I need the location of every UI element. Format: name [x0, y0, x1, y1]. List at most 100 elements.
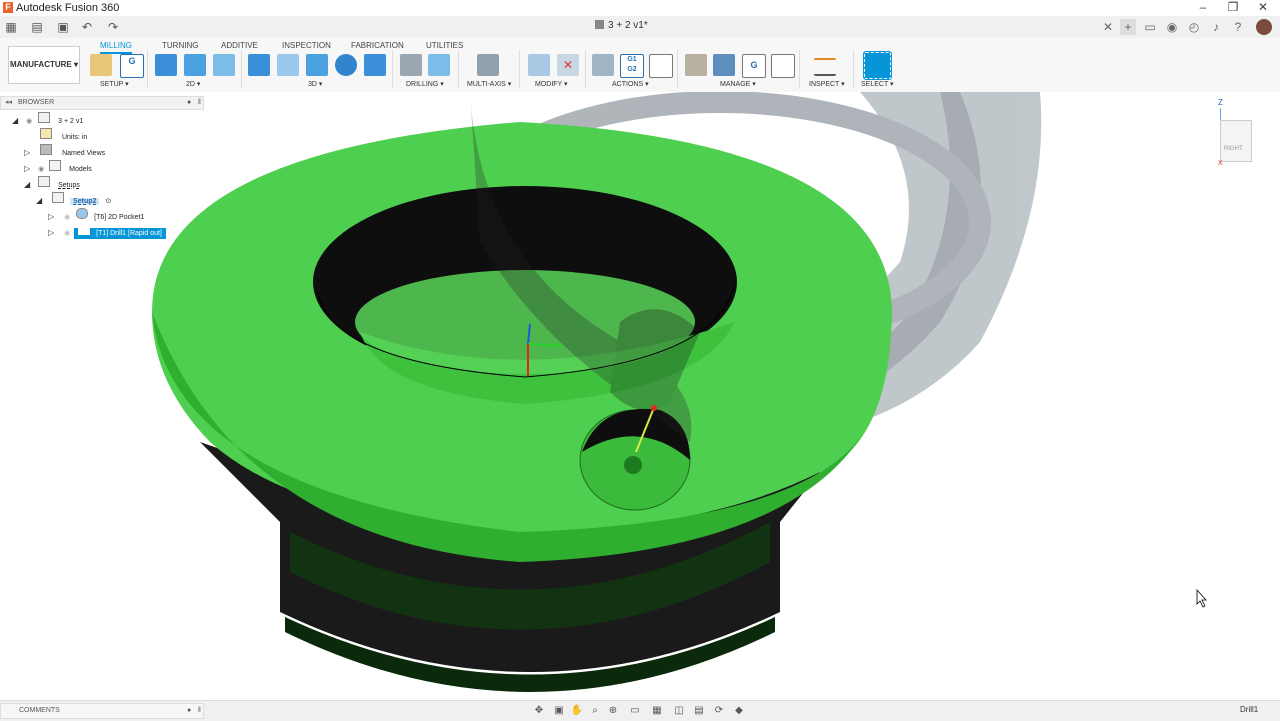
tab-turning[interactable]: TURNING [162, 41, 198, 50]
tree-item-models[interactable]: ▷ ◉ Models [24, 160, 200, 176]
tree-item-document[interactable]: ◢ ◉ 3 + 2 v1 [12, 112, 202, 128]
user-avatar[interactable] [1256, 19, 1272, 35]
group-3d[interactable]: 3D ▾ [308, 80, 322, 88]
zoom-icon[interactable]: ⌕ [586, 703, 604, 719]
comments-panel[interactable]: COMMENTS ● ‖ [0, 703, 204, 719]
effects-icon[interactable]: ◆ [730, 703, 748, 719]
viewcube[interactable]: Z RIGHT X [1212, 98, 1262, 170]
pin-icon[interactable]: ● [187, 97, 191, 109]
steep-shallow-icon[interactable] [306, 54, 328, 76]
redo-icon[interactable]: ↷ [104, 19, 122, 35]
toolpath-trim-icon[interactable] [528, 54, 550, 76]
tab-inspection[interactable]: INSPECTION [282, 41, 331, 50]
document-tab[interactable]: 3 + 2 v1* [595, 20, 648, 31]
tree-item-units[interactable]: Units: in [40, 128, 200, 144]
display-settings-icon[interactable]: ▭ [626, 703, 644, 719]
group-manage[interactable]: MANAGE ▾ [720, 80, 756, 88]
close-tab-icon[interactable]: ✕ [1100, 19, 1116, 35]
grid-settings-icon[interactable]: ▦ [648, 703, 666, 719]
look-at-icon[interactable]: ▣ [550, 703, 568, 719]
expand-triangle-icon[interactable]: ▷ [24, 148, 30, 157]
hole-recognition-icon[interactable] [428, 54, 450, 76]
selected-operation-highlight[interactable]: [T1] Drill1 [Rapid out] [74, 224, 166, 239]
group-multi-axis[interactable]: MULTI-AXIS ▾ [467, 80, 511, 88]
restore-button[interactable]: ❐ [1218, 0, 1248, 16]
add-comment-icon[interactable]: ● [187, 704, 191, 718]
extensions-icon[interactable]: ◉ [1164, 19, 1180, 35]
undo-icon[interactable]: ↶ [78, 19, 96, 35]
group-drilling[interactable]: DRILLING ▾ [406, 80, 444, 88]
face-icon[interactable] [213, 54, 235, 76]
group-modify[interactable]: MODIFY ▾ [535, 80, 568, 88]
tree-item-drill1[interactable]: ▷ ◉ [T1] Drill1 [Rapid out] [48, 224, 200, 240]
tool-library-icon[interactable] [685, 54, 707, 76]
post-library-icon[interactable]: G [742, 54, 766, 78]
tree-item-named-views[interactable]: ▷ Named Views [24, 144, 200, 160]
viewports-icon[interactable]: ◫ [670, 703, 688, 719]
notifications-icon[interactable]: ♪ [1208, 19, 1224, 35]
measure-icon[interactable] [814, 58, 836, 76]
3d-pocket-icon[interactable] [277, 54, 299, 76]
workspace-switcher[interactable]: MANUFACTURE ▾ [8, 46, 80, 84]
group-actions[interactable]: ACTIONS ▾ [612, 80, 649, 88]
tree-item-setup2[interactable]: ◢ Setup2 ⊙ [36, 192, 200, 208]
file-menu-icon[interactable]: ▤ [28, 19, 46, 35]
collapse-panel-icon[interactable]: ◂◂ [5, 99, 12, 106]
help-icon[interactable]: ? [1230, 19, 1246, 35]
tab-additive[interactable]: ADDITIVE [221, 41, 258, 50]
expand-triangle-icon[interactable]: ◢ [24, 180, 30, 189]
group-setup[interactable]: SETUP ▾ [100, 80, 129, 88]
section-analysis-icon[interactable]: ▤ [690, 703, 708, 719]
drill-icon[interactable] [400, 54, 422, 76]
expand-triangle-icon[interactable]: ▷ [24, 164, 30, 173]
nc-program-icon[interactable]: G [120, 54, 144, 78]
close-window-button[interactable]: ✕ [1248, 0, 1278, 16]
2d-pocket-icon[interactable] [184, 54, 206, 76]
delete-toolpath-icon[interactable]: ✕ [557, 54, 579, 76]
panel-resize-icon[interactable]: ‖ [198, 97, 201, 109]
visibility-eye-icon[interactable]: ◉ [38, 166, 44, 173]
post-process-icon[interactable]: G1 G2 [620, 54, 644, 78]
tab-milling[interactable]: MILLING [100, 41, 133, 54]
fit-icon[interactable]: ⊕ [604, 703, 622, 719]
setup-sheet-icon[interactable] [649, 54, 673, 78]
select-icon[interactable] [863, 51, 892, 80]
expand-triangle-icon[interactable]: ◢ [12, 116, 18, 125]
expand-triangle-icon[interactable]: ◢ [36, 196, 42, 205]
tab-utilities[interactable]: UTILITIES [426, 41, 463, 50]
multi-axis-icon[interactable] [477, 54, 499, 76]
job-status-icon[interactable]: ◴ [1186, 19, 1202, 35]
template-library-icon[interactable] [771, 54, 795, 78]
new-tab-icon[interactable]: + [1120, 19, 1136, 35]
visibility-eye-icon[interactable]: ◉ [64, 230, 70, 237]
viewcube-face[interactable]: RIGHT [1220, 120, 1252, 162]
orbit-icon[interactable]: ✥ [530, 703, 548, 719]
minimize-button[interactable]: – [1188, 0, 1218, 16]
chat-icon[interactable]: ▭ [1142, 19, 1158, 35]
active-setup-icon[interactable]: ⊙ [105, 198, 111, 205]
group-select[interactable]: SELECT ▾ [861, 80, 894, 88]
visibility-eye-icon[interactable]: ◉ [64, 214, 70, 221]
save-icon[interactable]: ▣ [54, 19, 72, 35]
tree-item-setups[interactable]: ◢ Setups [24, 176, 200, 192]
group-inspect[interactable]: INSPECT ▾ [809, 80, 845, 88]
2d-adaptive-icon[interactable] [155, 54, 177, 76]
simulate-icon[interactable] [592, 54, 614, 76]
group-2d[interactable]: 2D ▾ [186, 80, 200, 88]
expand-triangle-icon[interactable]: ▷ [48, 212, 54, 221]
browser-panel: ◂◂ BROWSER ● ‖ ◢ ◉ 3 + 2 v1 Units: in ▷ … [0, 96, 204, 242]
app-grid-icon[interactable]: ▦ [2, 19, 20, 35]
3d-adaptive-icon[interactable] [248, 54, 270, 76]
visibility-eye-icon[interactable]: ◉ [26, 118, 32, 125]
setup-folder-icon[interactable] [90, 54, 112, 76]
parallel-icon[interactable] [335, 54, 357, 76]
tree-item-2d-pocket[interactable]: ▷ ◉ [T6] 2D Pocket1 [48, 208, 200, 224]
refresh-icon[interactable]: ⟳ [710, 703, 728, 719]
pan-icon[interactable]: ✋ [568, 703, 586, 719]
browser-header[interactable]: ◂◂ BROWSER ● ‖ [0, 96, 204, 110]
panel-resize-icon[interactable]: ‖ [198, 704, 201, 718]
machine-library-icon[interactable] [713, 54, 735, 76]
expand-triangle-icon[interactable]: ▷ [48, 228, 54, 237]
scallop-icon[interactable] [364, 54, 386, 76]
tab-fabrication[interactable]: FABRICATION [351, 41, 404, 50]
